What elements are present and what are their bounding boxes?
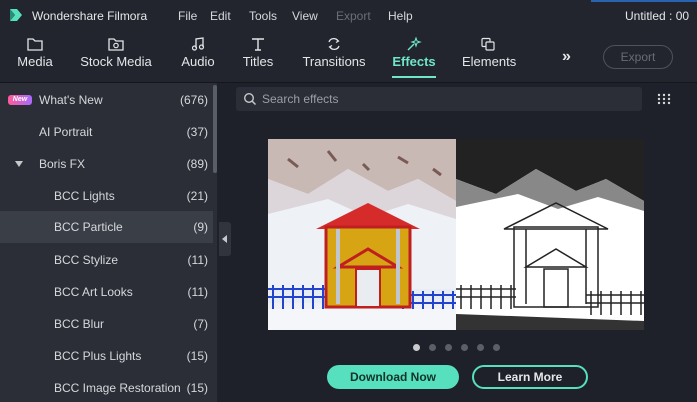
sidebar-item-count: (15) (186, 349, 208, 363)
sidebar-item-count: (21) (186, 189, 208, 203)
search-input[interactable] (262, 87, 632, 111)
main-toolbar: Media Stock Media Audio Titles Transitio… (0, 32, 697, 83)
sidebar-item-label: BCC Image Restoration (54, 381, 181, 395)
more-tabs-button[interactable]: » (562, 48, 571, 66)
grid-view-icon[interactable] (657, 93, 671, 105)
sidebar-item-label: BCC Particle (54, 220, 123, 234)
sidebar-item-label: BCC Stylize (54, 253, 119, 267)
search-icon (243, 92, 257, 106)
sidebar-item-count: (9) (193, 220, 208, 234)
tab-audio[interactable]: Audio (178, 32, 218, 82)
menu-tools[interactable]: Tools (249, 9, 277, 23)
tab-stock-media[interactable]: Stock Media (80, 32, 152, 82)
sidebar-scrollbar[interactable] (213, 85, 217, 173)
image-icon (108, 38, 124, 51)
sidebar-item-label: BCC Art Looks (54, 285, 133, 299)
sidebar-item-bcc-lights[interactable]: BCC Lights (21) (0, 180, 213, 212)
sidebar-item-label: BCC Plus Lights (54, 349, 142, 363)
effects-icon (407, 37, 422, 51)
sidebar-item-bcc-particle[interactable]: BCC Particle (9) (0, 211, 213, 243)
elements-icon (481, 37, 495, 51)
active-tab-indicator (392, 76, 436, 78)
carousel-dot[interactable] (461, 344, 468, 351)
sidebar-item-count: (11) (187, 285, 208, 299)
title-bar: Wondershare Filmora File Edit Tools View… (0, 0, 697, 32)
sidebar-item-bcc-blur[interactable]: BCC Blur (7) (0, 308, 213, 340)
sidebar-item-bcc-image-restoration[interactable]: BCC Image Restoration (15) (0, 372, 213, 402)
search-box (236, 87, 642, 111)
sidebar-item-count: (89) (186, 157, 208, 171)
collapse-sidebar-button[interactable] (219, 222, 231, 256)
effect-preview-banner[interactable] (268, 139, 644, 330)
menu-help[interactable]: Help (388, 9, 413, 23)
tab-elements[interactable]: Elements (462, 32, 517, 82)
carousel-dot[interactable] (429, 344, 436, 351)
tab-elements-label: Elements (462, 54, 517, 69)
sidebar-item-bcc-art-looks[interactable]: BCC Art Looks (11) (0, 276, 213, 308)
filmora-logo-icon (10, 9, 22, 21)
sidebar-item-ai-portrait[interactable]: AI Portrait (37) (0, 116, 213, 148)
tab-media[interactable]: Media (14, 32, 56, 82)
sidebar-item-count: (7) (193, 317, 208, 331)
sidebar-item-label: BCC Blur (54, 317, 105, 331)
transitions-icon (328, 37, 340, 51)
sidebar-item-bcc-plus-lights[interactable]: BCC Plus Lights (15) (0, 340, 213, 372)
tab-titles-label: Titles (242, 54, 274, 69)
export-button[interactable]: Export (603, 45, 673, 69)
sidebar-item-count: (15) (186, 381, 208, 395)
expand-caret-icon[interactable] (15, 161, 23, 167)
tab-media-label: Media (17, 54, 53, 69)
sidebar-item-bcc-stylize[interactable]: BCC Stylize (11) (0, 244, 213, 276)
sidebar-item-count: (37) (186, 125, 208, 139)
sidebar-item-label: What's New (39, 93, 103, 107)
carousel-dot[interactable] (493, 344, 500, 351)
tab-titles[interactable]: Titles (240, 32, 276, 82)
tab-effects-label: Effects (392, 54, 436, 69)
music-note-icon (191, 37, 205, 51)
carousel-dot[interactable] (413, 344, 420, 351)
carousel-dot[interactable] (445, 344, 452, 351)
hut-before-after-image (268, 139, 644, 330)
app-name: Wondershare Filmora (32, 9, 148, 23)
sidebar-item-boris-fx[interactable]: Boris FX (89) (0, 148, 213, 180)
document-title: Untitled : 00 (625, 9, 690, 23)
tab-transitions[interactable]: Transitions (302, 32, 366, 82)
tab-stock-media-label: Stock Media (80, 54, 152, 69)
download-now-button[interactable]: Download Now (327, 365, 459, 389)
carousel-dot[interactable] (477, 344, 484, 351)
sidebar-item-label: BCC Lights (54, 189, 115, 203)
tab-transitions-label: Transitions (302, 54, 366, 69)
learn-more-button[interactable]: Learn More (472, 365, 588, 389)
sidebar-item-count: (11) (187, 253, 208, 267)
sidebar-item-label: Boris FX (39, 157, 86, 171)
new-badge: New (8, 95, 32, 105)
folder-icon (27, 38, 43, 51)
title-accent-line (591, 0, 697, 2)
sidebar-item-label: AI Portrait (39, 125, 93, 139)
effects-category-sidebar: New What's New (676) AI Portrait (37) Bo… (0, 83, 217, 402)
menu-export[interactable]: Export (336, 9, 371, 23)
menu-edit[interactable]: Edit (210, 9, 231, 23)
tab-audio-label: Audio (181, 54, 215, 69)
sidebar-item-whats-new[interactable]: New What's New (676) (0, 84, 213, 116)
sidebar-item-count: (676) (179, 93, 208, 107)
menu-file[interactable]: File (178, 9, 197, 23)
tab-effects[interactable]: Effects (392, 32, 436, 82)
chevron-left-icon (222, 235, 227, 243)
menu-view[interactable]: View (292, 9, 318, 23)
text-t-icon (252, 38, 264, 51)
